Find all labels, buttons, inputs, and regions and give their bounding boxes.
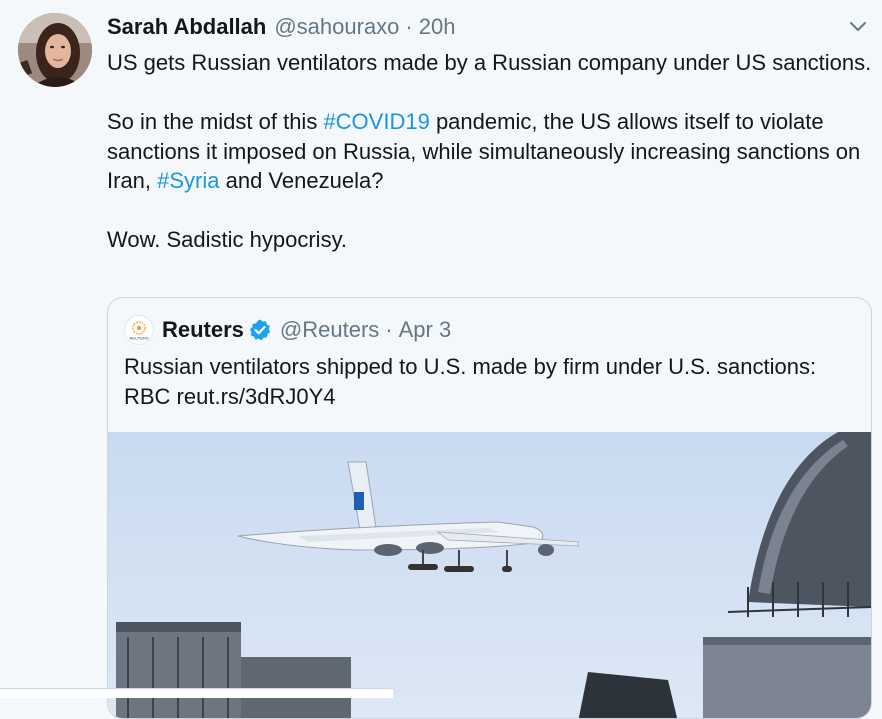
tweet-text-segment: and Venezuela? xyxy=(219,168,384,193)
author-handle[interactable]: @sahouraxo xyxy=(274,14,399,40)
tweet-text: US gets Russian ventilators made by a Ru… xyxy=(107,48,872,255)
author-name[interactable]: Sarah Abdallah xyxy=(107,14,266,40)
quoted-tweet-text: Russian ventilators shipped to U.S. made… xyxy=(124,352,854,412)
tweet-paragraph-3: Wow. Sadistic hypocrisy. xyxy=(107,227,348,252)
quoted-tweet-timestamp[interactable]: Apr 3 xyxy=(399,317,452,343)
quoted-tweet-media[interactable] xyxy=(108,432,871,718)
tweet-header: Sarah Abdallah @sahouraxo · 20h xyxy=(107,14,455,44)
quoted-tweet-header: REUTERS Reuters @Reuters · Apr 3 xyxy=(124,315,451,345)
tweet-paragraph-1: US gets Russian ventilators made by a Ru… xyxy=(107,50,872,75)
reuters-logo-icon: REUTERS xyxy=(124,315,154,345)
separator-dot: · xyxy=(385,317,393,342)
tweet-paragraph-2: So in the midst of this #COVID19 pandemi… xyxy=(107,107,872,196)
reuters-logo-text: REUTERS xyxy=(129,336,148,341)
quoted-text-line-1: Russian ventilators shipped to U.S. made… xyxy=(124,354,817,379)
avatar-image xyxy=(18,13,92,87)
tweet-text-segment: So in the midst of this xyxy=(107,109,324,134)
verified-badge-icon xyxy=(248,318,272,342)
tweet-timestamp[interactable]: 20h xyxy=(419,14,456,40)
quoted-author-name[interactable]: Reuters xyxy=(162,317,244,343)
hashtag-covid19-link[interactable]: #COVID19 xyxy=(323,109,429,134)
quoted-tweet-card[interactable]: REUTERS Reuters @Reuters · Apr 3 Russian… xyxy=(107,297,872,719)
separator-dot: · xyxy=(405,14,413,39)
chevron-down-icon[interactable] xyxy=(846,14,870,38)
hashtag-syria-link[interactable]: #Syria xyxy=(157,168,219,193)
user-avatar[interactable] xyxy=(18,13,92,87)
airplane-photo xyxy=(108,432,871,718)
quoted-text-line-2: RBC reut.rs/3dRJ0Y4 xyxy=(124,384,336,409)
quoted-author-handle[interactable]: @Reuters xyxy=(280,317,379,343)
